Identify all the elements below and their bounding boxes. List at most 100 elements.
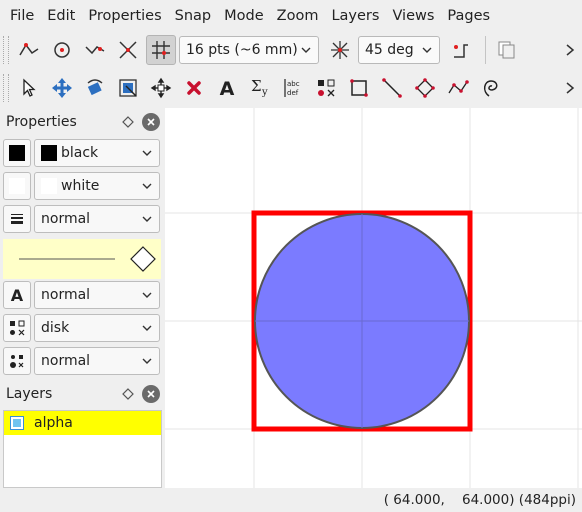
paragraph-tool-button[interactable]: abc def xyxy=(278,73,308,103)
marker-combo[interactable]: disk xyxy=(34,313,160,342)
chevron-right-icon[interactable] xyxy=(564,42,576,58)
pan-tool-icon xyxy=(150,77,172,99)
snap-auto-icon xyxy=(454,44,468,58)
menu-layers[interactable]: Layers xyxy=(325,0,385,32)
rectangle-tool-button[interactable] xyxy=(344,73,374,103)
markersize-row: normal xyxy=(0,344,164,377)
stretch-tool-icon xyxy=(119,79,137,97)
translate-tool-button[interactable] xyxy=(47,73,77,103)
mark-tool-button[interactable] xyxy=(311,73,341,103)
text-label-tool-button[interactable]: A xyxy=(212,73,242,103)
menu-edit[interactable]: Edit xyxy=(41,0,81,32)
snap-auto-button[interactable] xyxy=(446,35,476,65)
coordinates-readout: ( 64.000, 64.000) (484ppi) xyxy=(383,492,576,508)
drawing-canvas[interactable] xyxy=(165,108,582,488)
snap-intersection-button[interactable] xyxy=(113,35,143,65)
menu-mode[interactable]: Mode xyxy=(218,0,270,32)
snap-angle-button[interactable] xyxy=(325,35,355,65)
chevron-down-icon xyxy=(142,358,152,364)
textsize-combo[interactable]: normal xyxy=(34,280,160,309)
rotate-tool-button[interactable] xyxy=(80,73,110,103)
close-icon[interactable] xyxy=(142,385,160,403)
snap-boundary-button[interactable] xyxy=(80,35,110,65)
pen-width-icon xyxy=(11,213,23,224)
layer-visible-checkbox[interactable] xyxy=(10,416,24,430)
chevron-down-icon xyxy=(142,292,152,298)
shred-tool-icon xyxy=(187,81,201,95)
rectangle-tool-icon xyxy=(350,79,368,97)
pan-tool-button[interactable] xyxy=(146,73,176,103)
menu-views[interactable]: Views xyxy=(386,0,440,32)
float-icon[interactable] xyxy=(122,116,134,128)
snap-center-button[interactable] xyxy=(47,35,77,65)
svg-text:A: A xyxy=(11,286,24,304)
polyline-tool-button[interactable] xyxy=(443,73,473,103)
menu-properties[interactable]: Properties xyxy=(82,0,167,32)
marker-size-icon xyxy=(10,354,24,368)
close-icon[interactable] xyxy=(142,113,160,131)
pen-combo[interactable]: normal xyxy=(34,204,160,233)
status-bar: ( 64.000, 64.000) (484ppi) xyxy=(0,488,582,512)
chevron-down-icon xyxy=(422,47,432,53)
stroke-combo[interactable]: black xyxy=(34,138,160,167)
shred-tool-button[interactable] xyxy=(179,73,209,103)
menu-file[interactable]: File xyxy=(4,0,40,32)
copy-pages-button[interactable] xyxy=(492,35,522,65)
white-swatch-icon xyxy=(41,177,57,194)
toolbar-separator xyxy=(485,36,486,64)
math-symbol-tool-icon: Σy xyxy=(251,77,268,98)
menu-snap[interactable]: Snap xyxy=(169,0,217,32)
black-swatch-icon xyxy=(41,144,57,161)
angle-value: 45 deg xyxy=(365,42,414,58)
chevron-down-icon xyxy=(142,216,152,222)
layers-panel: Layers alpha xyxy=(0,380,164,488)
markersize-combo[interactable]: normal xyxy=(34,346,160,375)
line-tool-button[interactable] xyxy=(377,73,407,103)
toolbar-grip[interactable] xyxy=(3,74,9,102)
fill-value: white xyxy=(61,177,100,194)
layer-item-alpha[interactable]: alpha xyxy=(4,411,161,435)
arc-tool-button[interactable] xyxy=(410,73,440,103)
select-tool-button[interactable] xyxy=(14,73,44,103)
snap-grid-button[interactable] xyxy=(146,35,176,65)
marker-shape-button[interactable] xyxy=(3,313,31,342)
svg-text:A: A xyxy=(220,78,235,99)
snap-vertex-button[interactable] xyxy=(14,35,44,65)
pen-row: normal xyxy=(0,202,164,235)
marker-row: disk xyxy=(0,311,164,344)
spline-tool-icon xyxy=(483,80,498,97)
snap-grid-icon xyxy=(152,41,170,59)
svg-text:abc: abc xyxy=(287,80,300,88)
line-preview-graphic xyxy=(19,246,156,272)
toolbar-grip[interactable] xyxy=(3,36,9,64)
textsize-row: A normal xyxy=(0,278,164,311)
spline-tool-button[interactable] xyxy=(476,73,506,103)
layers-title-bar: Layers xyxy=(0,380,164,408)
pen-value: normal xyxy=(41,210,91,227)
angle-combo[interactable]: 45 deg xyxy=(358,36,440,64)
line-preview xyxy=(3,239,161,279)
svg-text:def: def xyxy=(287,89,299,97)
stroke-color-button[interactable] xyxy=(3,138,31,167)
menu-zoom[interactable]: Zoom xyxy=(271,0,325,32)
chevron-down-icon xyxy=(142,183,152,189)
math-symbol-tool-button[interactable]: Σy xyxy=(245,73,275,103)
fill-row: white xyxy=(0,169,164,202)
text-size-button[interactable]: A xyxy=(3,280,31,309)
mode-toolbar: A Σy abc def xyxy=(0,70,582,106)
fill-color-button[interactable] xyxy=(3,171,31,200)
grid-size-combo[interactable]: 16 pts (~6 mm) xyxy=(179,36,319,64)
pen-width-button[interactable] xyxy=(3,204,31,233)
snap-intersection-icon xyxy=(119,41,137,59)
snap-toolbar: 16 pts (~6 mm) 45 deg xyxy=(0,32,582,68)
layers-title: Layers xyxy=(6,386,53,402)
stretch-tool-button[interactable] xyxy=(113,73,143,103)
marker-size-button[interactable] xyxy=(3,346,31,375)
fill-combo[interactable]: white xyxy=(34,171,160,200)
chevron-right-icon[interactable] xyxy=(564,80,576,96)
menubar: File Edit Properties Snap Mode Zoom Laye… xyxy=(0,0,582,32)
chevron-down-icon xyxy=(142,150,152,156)
float-icon[interactable] xyxy=(122,388,134,400)
translate-tool-icon xyxy=(52,78,72,98)
menu-pages[interactable]: Pages xyxy=(441,0,496,32)
